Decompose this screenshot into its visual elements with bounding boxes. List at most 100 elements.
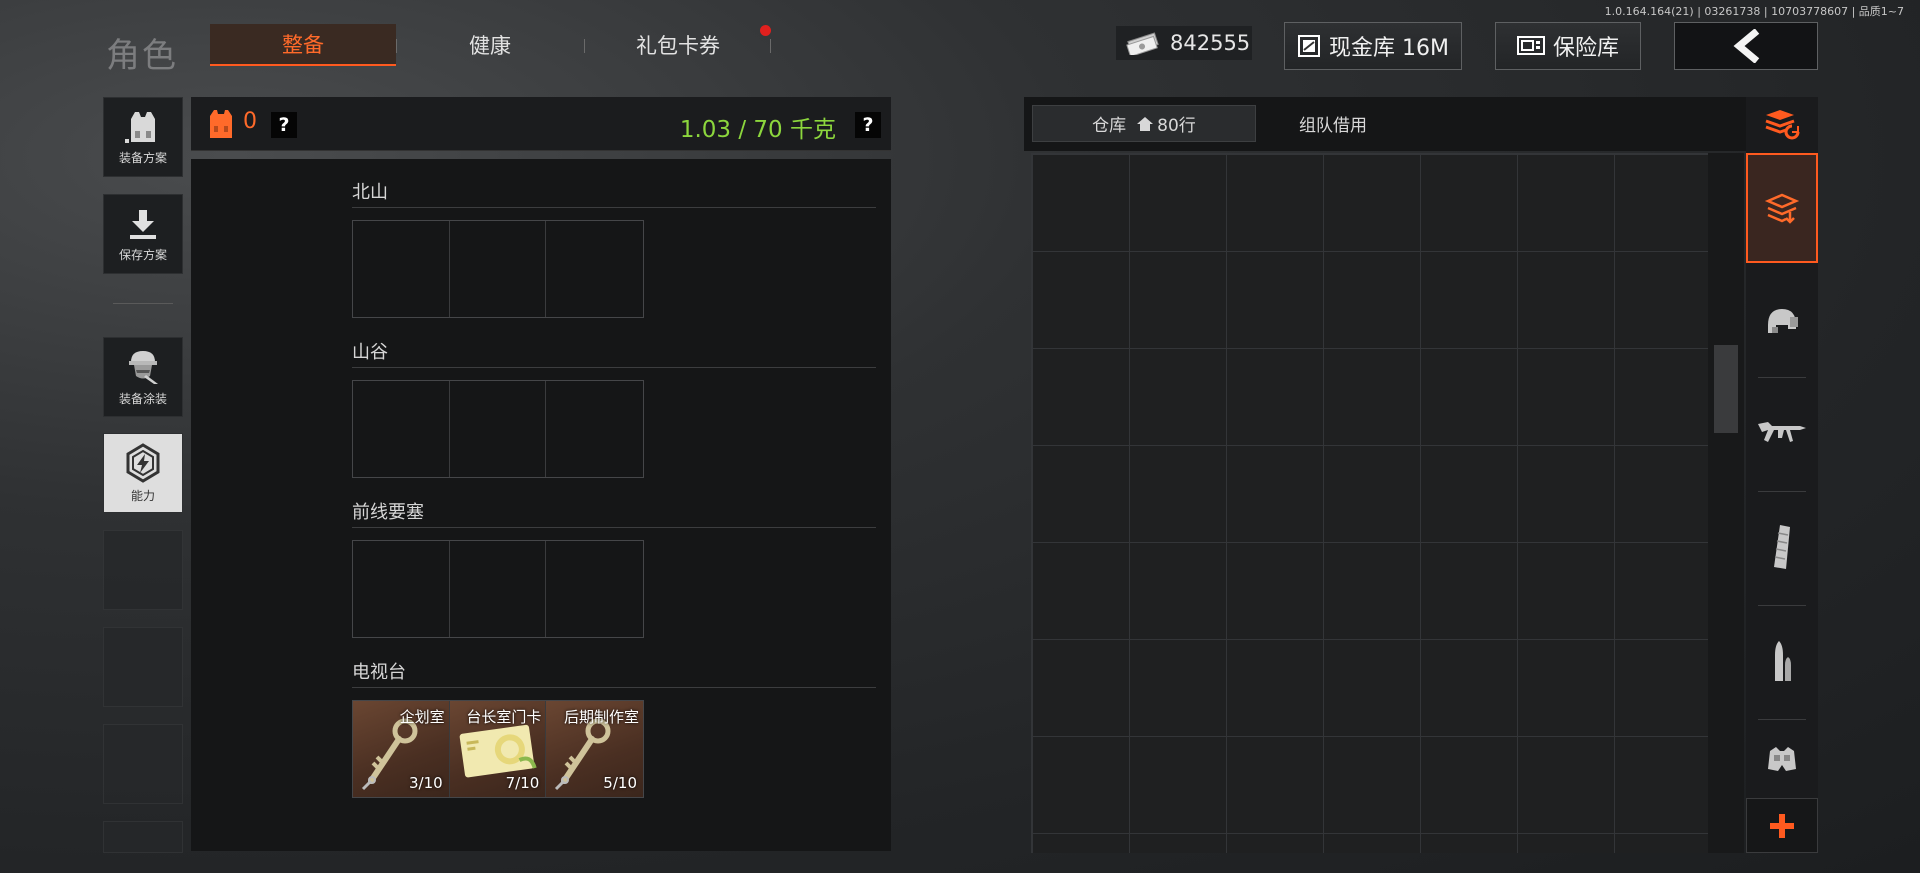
layers-refresh-icon: [1765, 110, 1800, 140]
back-arrow-icon: [1733, 29, 1760, 63]
warehouse-rows: 80行: [1157, 116, 1196, 136]
item-name: 台长室门卡: [466, 708, 542, 726]
equipment-skin-button[interactable]: 装备涂装: [103, 337, 183, 417]
sort-refresh-button[interactable]: [1746, 97, 1818, 151]
category-separator: [1758, 719, 1806, 720]
ammo-icon: [1775, 641, 1791, 681]
sidebar-item-label: 保存方案: [118, 247, 167, 262]
safe-icon: [1516, 36, 1545, 55]
empty-key-slot[interactable]: [546, 381, 643, 477]
wrench-icon: [555, 776, 570, 791]
empty-key-slot[interactable]: [353, 381, 450, 477]
plus-icon: [1770, 813, 1794, 838]
cash-vault-button[interactable]: 现金库 16M: [1284, 22, 1462, 70]
sidebar-divider: [113, 303, 173, 304]
loadout-status-bar: 0 ? 1.03 / 70 千克 ?: [191, 97, 891, 151]
tab-separator: [396, 39, 397, 53]
empty-sidebar-slot: [103, 724, 183, 804]
tab-warehouse[interactable]: 仓库 80行: [1032, 105, 1256, 142]
weight-help-button[interactable]: ?: [855, 112, 881, 138]
item-durability: 3/10: [408, 774, 443, 792]
empty-sidebar-slot: [103, 627, 183, 707]
armor-icon: [1768, 747, 1796, 771]
loadout-plan-button[interactable]: 装备方案: [103, 97, 183, 177]
page-title: 角色: [106, 36, 178, 76]
rifle-icon: [1758, 422, 1806, 442]
power-icon: [126, 442, 160, 483]
key-item-director-keycard[interactable]: 台长室门卡 7/10: [449, 701, 547, 797]
warehouse-scrollbar[interactable]: [1708, 153, 1744, 853]
home-icon: [1137, 116, 1154, 131]
keycard-icon: [459, 724, 537, 778]
tab-health[interactable]: 健康: [420, 24, 560, 66]
item-name: 后期制作室: [563, 708, 639, 726]
empty-sidebar-slot: [103, 530, 183, 610]
save-plan-button[interactable]: 保存方案: [103, 194, 183, 274]
vest-count: 0: [243, 109, 257, 134]
section-divider: [352, 367, 876, 368]
sidebar-item-label: 装备涂装: [118, 391, 167, 406]
category-magazine-button[interactable]: [1746, 493, 1818, 603]
section-title-valley: 山谷: [352, 342, 388, 363]
section-title-tv-station: 电视台: [352, 662, 406, 683]
tab-equip[interactable]: 整备: [210, 24, 396, 66]
help-button[interactable]: ?: [271, 112, 297, 138]
magazine-icon: [1774, 525, 1790, 569]
item-durability: 5/10: [603, 774, 637, 792]
section-title-frontline-fortress: 前线要塞: [352, 502, 424, 523]
warehouse-tab-label: 仓库: [1092, 116, 1127, 136]
category-armor-button[interactable]: [1746, 721, 1818, 797]
key-item-planning-room[interactable]: 企划室 3/10: [353, 701, 450, 797]
vest-icon: [125, 111, 155, 143]
empty-key-slot[interactable]: [450, 221, 547, 317]
scrollbar-thumb[interactable]: [1714, 345, 1738, 433]
empty-key-slot[interactable]: [450, 541, 547, 637]
empty-key-slot[interactable]: [450, 381, 547, 477]
notification-dot: [760, 25, 771, 36]
item-name: 企划室: [399, 708, 445, 726]
wrench-icon: [361, 776, 376, 791]
vest-icon: [210, 110, 232, 138]
warehouse-grid[interactable]: [1031, 153, 1708, 853]
sidebar-item-label: 能力: [130, 488, 155, 503]
currency-amount: 842555: [1170, 31, 1251, 55]
empty-sidebar-slot: [103, 821, 183, 853]
version-info: 1.0.164.164(21) | 03261738 | 10703778607…: [1604, 5, 1904, 18]
key-item-post-production-room[interactable]: 后期制作室 5/10: [546, 701, 643, 797]
tab-team-borrow[interactable]: 组队借用: [1257, 105, 1409, 142]
tab-separator: [770, 39, 771, 53]
helmet-icon: [1768, 309, 1798, 333]
cash-vault-label: 现金库 16M: [1329, 36, 1449, 61]
back-button[interactable]: [1674, 22, 1818, 70]
key-slot-grid: 企划室 3/10 台长室门卡 7/10 后期制作室 5/10: [352, 700, 644, 798]
tab-gift-cards[interactable]: 礼包卡券: [606, 24, 750, 66]
section-title-beishan: 北山: [352, 182, 388, 203]
empty-key-slot[interactable]: [546, 221, 643, 317]
empty-key-slot[interactable]: [353, 541, 450, 637]
empty-key-slot[interactable]: [546, 541, 643, 637]
section-divider: [352, 527, 876, 528]
category-separator: [1758, 491, 1806, 492]
key-slot-grid: [352, 540, 644, 638]
carry-weight: 1.03 / 70 千克: [679, 117, 836, 143]
safe-label: 保险库: [1552, 36, 1619, 61]
ability-button[interactable]: 能力: [103, 433, 183, 513]
sidebar-item-label: 装备方案: [118, 150, 167, 165]
category-all-button[interactable]: [1746, 153, 1818, 263]
section-divider: [352, 687, 876, 688]
vault-icon: [1298, 35, 1320, 57]
category-ammo-button[interactable]: [1746, 607, 1818, 717]
layers-active-icon: [1764, 193, 1800, 224]
empty-key-slot[interactable]: [353, 221, 450, 317]
currency-display: 842555: [1116, 26, 1252, 60]
soldier-icon: [129, 350, 158, 384]
safe-button[interactable]: 保险库: [1495, 22, 1641, 70]
category-weapon-button[interactable]: [1746, 379, 1818, 489]
key-slot-grid: [352, 380, 644, 478]
item-durability: 7/10: [505, 774, 540, 792]
add-category-button[interactable]: [1746, 798, 1818, 853]
category-helmet-button[interactable]: [1746, 267, 1818, 375]
cash-icon: [1126, 32, 1159, 55]
key-slot-grid: [352, 220, 644, 318]
category-separator: [1758, 605, 1806, 606]
